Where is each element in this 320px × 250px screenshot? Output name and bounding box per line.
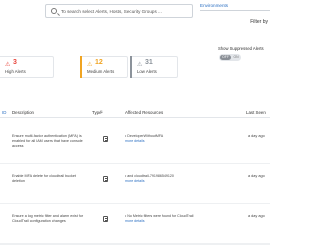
table-row[interactable]: Ensure multi-factor authentication (MFA)… [0,124,270,164]
warning-icon: ⚠ [137,62,143,68]
more-details-link[interactable]: more details [125,139,163,144]
warning-icon: ⚠ [5,62,11,68]
sort-icon[interactable]: ⇅ [100,110,103,114]
alert-description: Ensure a log metric filter and alarm exi… [12,214,84,223]
search-input[interactable] [61,7,189,16]
filter-by-label: Filter by [250,19,268,25]
global-search[interactable] [45,4,193,18]
alert-description: Ensure multi-factor authentication (MFA)… [12,134,83,148]
column-description[interactable]: Description [12,110,34,115]
table-row[interactable]: Enable MFA delete for cloudtrail bucket … [0,164,270,204]
low-alerts-count: 31 [145,59,153,66]
medium-alerts-count: 12 [95,59,103,66]
last-seen-value: a day ago [248,174,265,178]
high-alerts-card[interactable]: ⚠ 3 High Alerts [0,56,54,78]
affected-resources-cell: • No Metric filters were found for Cloud… [125,214,193,224]
low-alerts-label: Low Alerts [137,69,157,74]
alert-description: Enable MFA delete for cloudtrail bucket … [12,174,76,183]
high-alerts-count: 3 [13,59,17,66]
toggle-off-option[interactable]: OFF [220,55,231,60]
toggle-on-option[interactable]: ON [232,55,240,60]
environments-link[interactable]: Environments [200,3,228,8]
document-icon [103,216,108,222]
document-icon [103,176,108,182]
warning-icon: ⚠ [87,62,93,68]
column-affected-resources[interactable]: Affected Resources [125,110,163,115]
medium-alerts-label: Medium Alerts [87,69,115,74]
more-details-link[interactable]: more details [125,179,174,184]
table-bottom-divider [0,244,270,245]
affected-resources-cell: • and cloudtrail-791986549120 more detai… [125,174,174,184]
medium-alerts-card[interactable]: ⚠ 12 Medium Alerts [80,56,128,78]
affected-resources-cell: • DeveloperWithoutMFA more details [125,134,163,144]
table-row[interactable]: Ensure a log metric filter and alarm exi… [0,204,270,244]
low-alerts-accent [130,56,132,78]
column-id[interactable]: ID [2,110,6,115]
column-last-seen[interactable]: Last Seen [246,110,266,115]
top-bar: Environments Filter by [0,0,270,30]
low-alerts-card[interactable]: ⚠ 31 Low Alerts [130,56,178,78]
last-seen-value: a day ago [248,134,265,138]
last-seen-value: a day ago [248,214,265,218]
alerts-table-header: ID Description Type ⇅ Affected Resources… [0,108,270,118]
high-alerts-label: High Alerts [5,69,26,74]
show-suppressed-toggle[interactable]: OFF ON [219,54,241,61]
more-details-link[interactable]: more details [125,219,193,224]
document-icon [103,136,108,142]
environments-divider [200,10,270,11]
show-suppressed-label: Show Suppressed Alerts [218,46,264,51]
search-icon [51,8,57,14]
medium-alerts-accent [80,56,82,78]
